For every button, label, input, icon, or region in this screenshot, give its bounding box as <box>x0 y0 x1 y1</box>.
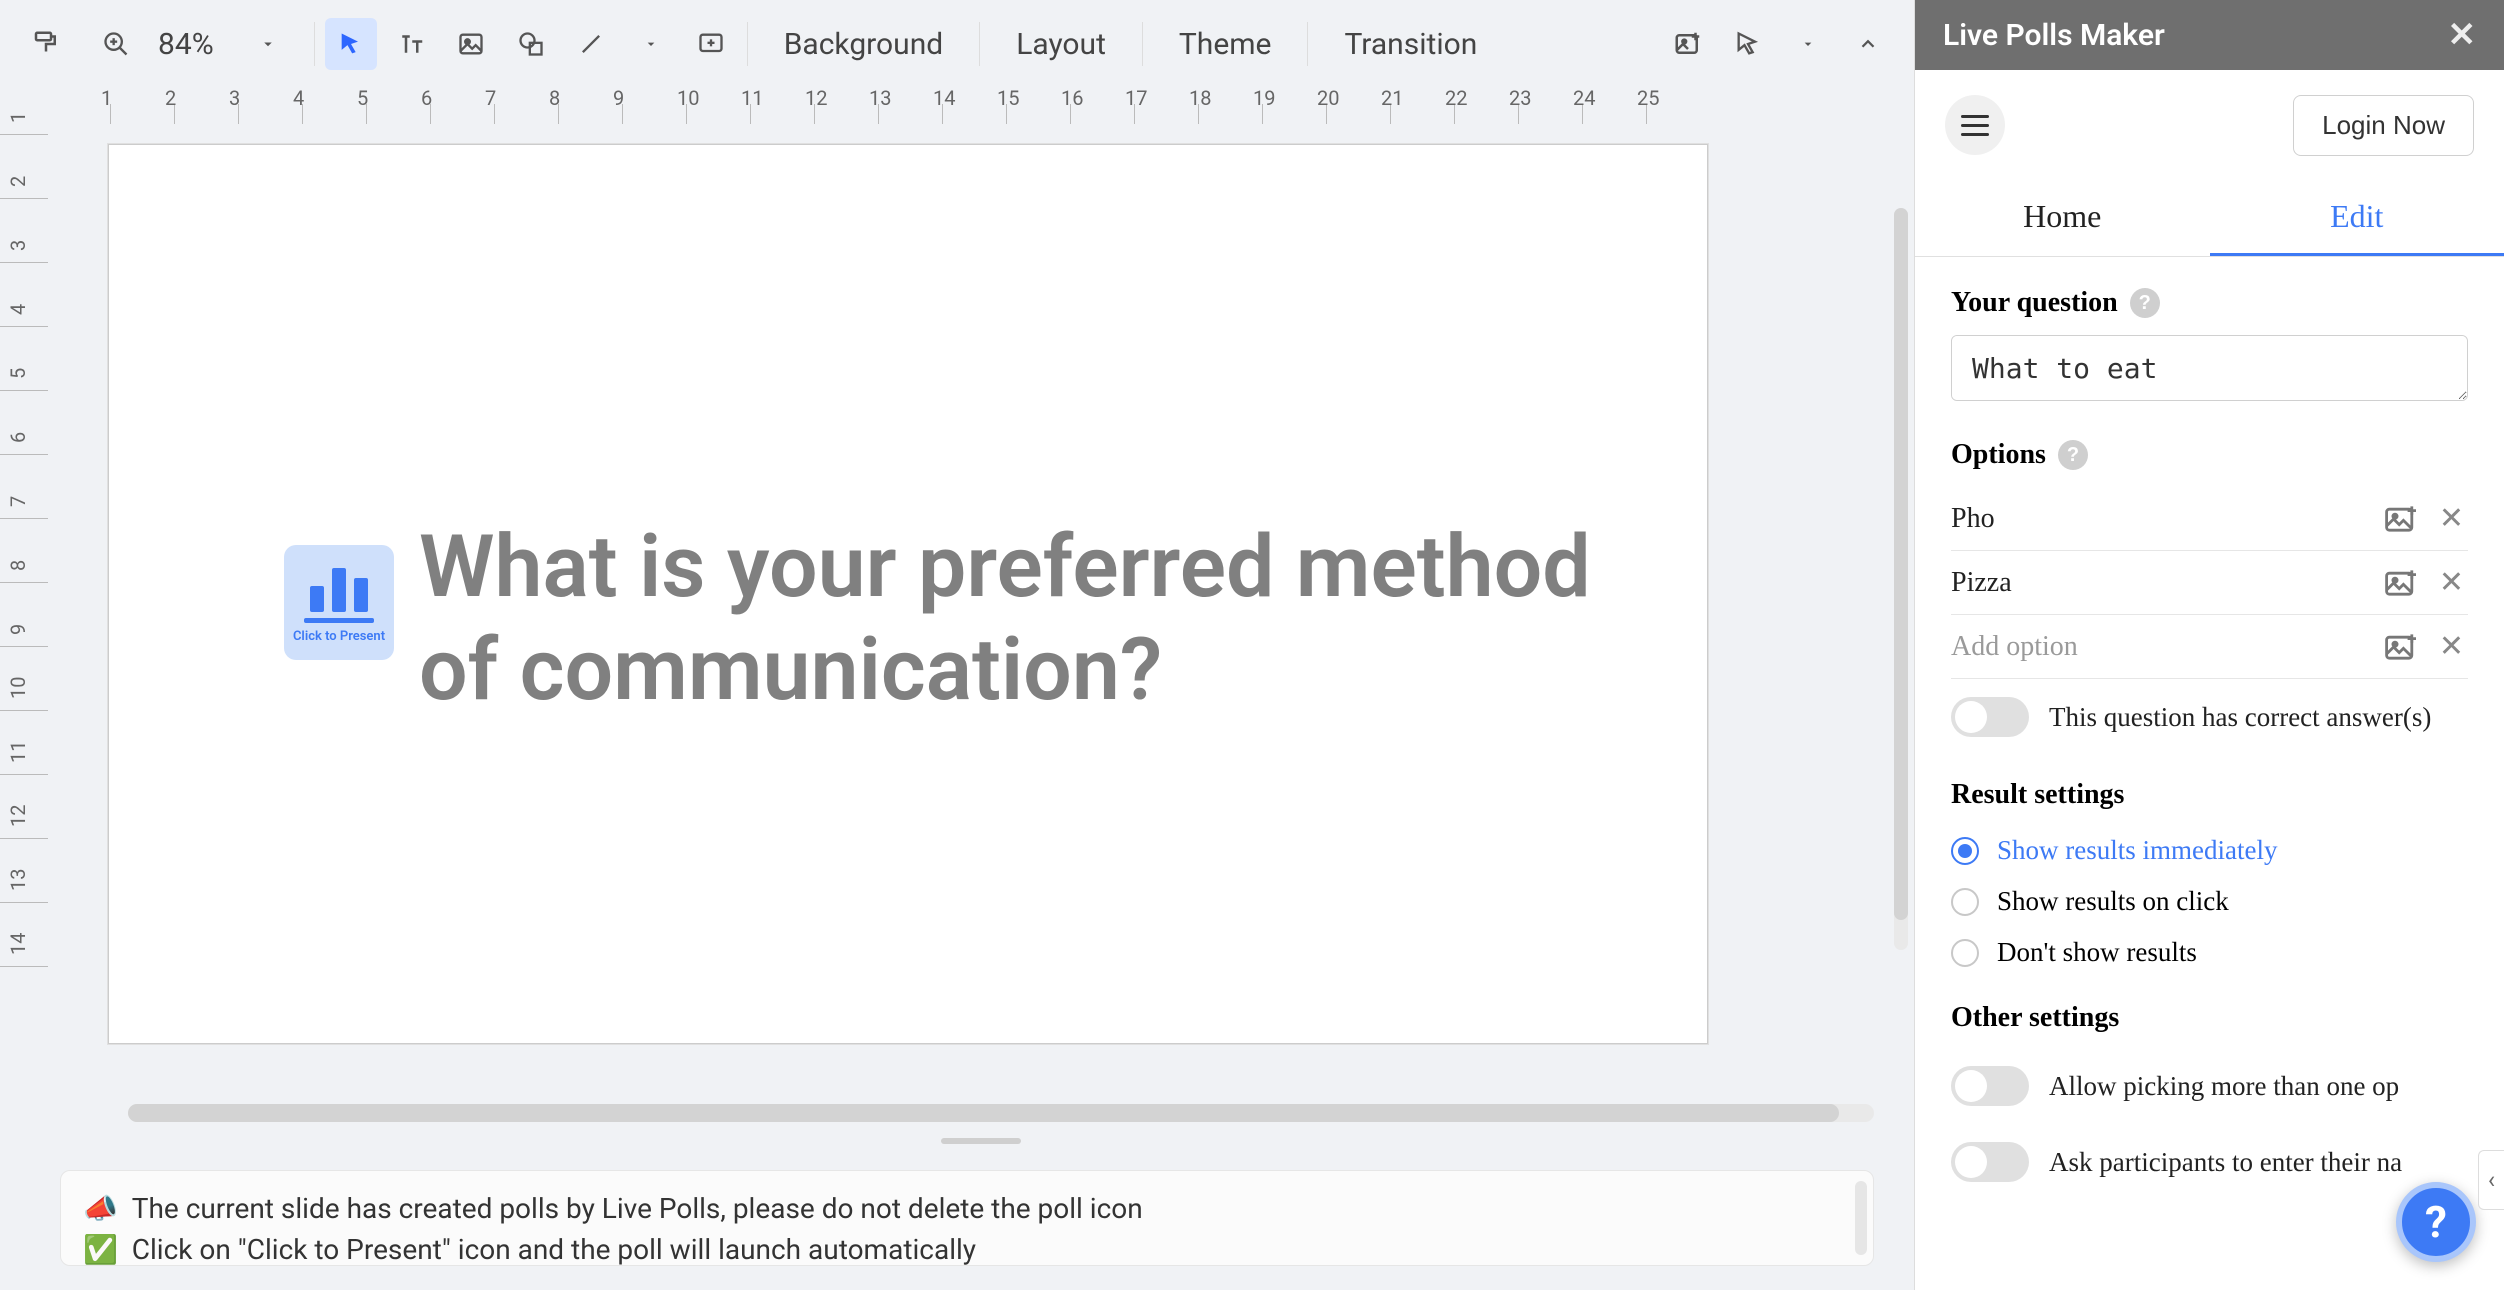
question-label-row: Your question ? <box>1951 287 2468 319</box>
speaker-notes[interactable]: 📣 The current slide has created polls by… <box>60 1170 1874 1266</box>
correct-answer-toggle-row: This question has correct answer(s) <box>1951 679 2468 755</box>
vertical-scrollbar[interactable] <box>1894 208 1908 950</box>
tab-edit[interactable]: Edit <box>2210 180 2504 256</box>
notes-line: 📣 The current slide has created polls by… <box>83 1189 1851 1230</box>
workspace: 1234567891011121314151617181920212223242… <box>0 88 1914 1150</box>
menu-transition[interactable]: Transition <box>1318 27 1503 62</box>
horizontal-scrollbar[interactable] <box>128 1104 1874 1122</box>
add-image-icon[interactable] <box>1662 18 1714 70</box>
options-label-row: Options ? <box>1951 439 2468 471</box>
option-input[interactable] <box>1951 503 2369 535</box>
cursor-options-icon[interactable] <box>1722 18 1774 70</box>
divider <box>747 22 748 66</box>
remove-option-icon[interactable]: ✕ <box>2435 629 2468 664</box>
radio-show-on-click[interactable]: Show results on click <box>1951 876 2468 927</box>
cursor-dropdown-icon[interactable] <box>1782 18 1834 70</box>
sidebar-header: Live Polls Maker ✕ <box>1915 0 2504 70</box>
close-icon[interactable]: ✕ <box>2448 15 2477 55</box>
correct-answer-label: This question has correct answer(s) <box>2049 702 2431 733</box>
result-settings-heading: Result settings <box>1951 779 2468 811</box>
add-option-row: ✕ <box>1951 615 2468 679</box>
add-image-icon[interactable] <box>2385 633 2419 661</box>
image-tool-icon[interactable] <box>445 18 497 70</box>
zoom-dropdown-icon[interactable] <box>242 18 294 70</box>
select-tool-icon[interactable] <box>325 18 377 70</box>
comment-tool-icon[interactable] <box>685 18 737 70</box>
shape-tool-icon[interactable] <box>505 18 557 70</box>
divider <box>979 22 980 66</box>
collapse-toolbar-icon[interactable] <box>1842 18 1894 70</box>
radio-dont-show[interactable]: Don't show results <box>1951 927 2468 978</box>
sidebar-top-row: Login Now <box>1915 70 2504 180</box>
toolbar: 84% Background Layout <box>0 0 1914 88</box>
help-icon[interactable]: ? <box>2058 440 2088 470</box>
poll-present-badge[interactable]: Click to Present <box>284 545 394 660</box>
notes-resize-handle[interactable] <box>941 1138 1021 1144</box>
hamburger-menu-icon[interactable] <box>1945 95 2005 155</box>
ruler-vertical[interactable]: 1234567891011121314 <box>0 124 48 1150</box>
speaker-notes-panel: 📣 The current slide has created polls by… <box>0 1150 1914 1290</box>
option-row: ✕ <box>1951 551 2468 615</box>
enter-name-toggle-row: Ask participants to enter their na <box>1951 1124 2468 1200</box>
help-fab-icon[interactable]: ? <box>2396 1182 2476 1262</box>
multi-pick-toggle[interactable] <box>1951 1066 2029 1106</box>
sidebar-title: Live Polls Maker <box>1943 18 2165 53</box>
line-tool-icon[interactable] <box>565 18 617 70</box>
tab-home[interactable]: Home <box>1915 180 2210 256</box>
poll-badge-label: Click to Present <box>293 629 385 644</box>
megaphone-icon: 📣 <box>83 1192 118 1225</box>
notes-scrollbar[interactable] <box>1855 1181 1867 1255</box>
menu-theme[interactable]: Theme <box>1153 27 1298 62</box>
options-label: Options <box>1951 439 2046 471</box>
menu-layout[interactable]: Layout <box>990 27 1132 62</box>
option-row: ✕ <box>1951 487 2468 551</box>
correct-answer-toggle[interactable] <box>1951 697 2029 737</box>
question-input[interactable] <box>1951 335 2468 401</box>
checkmark-icon: ✅ <box>83 1233 118 1266</box>
zoom-icon[interactable] <box>90 18 142 70</box>
text-tool-icon[interactable] <box>385 18 437 70</box>
option-input[interactable] <box>1951 567 2369 599</box>
divider <box>1142 22 1143 66</box>
live-polls-sidebar: Live Polls Maker ✕ Login Now Home Edit Y… <box>1914 0 2504 1290</box>
add-option-input[interactable] <box>1951 631 2369 663</box>
question-label: Your question <box>1951 287 2118 319</box>
slide[interactable]: Click to Present What is your preferred … <box>108 144 1708 1044</box>
add-image-icon[interactable] <box>2385 505 2419 533</box>
divider <box>314 22 315 66</box>
login-button[interactable]: Login Now <box>2293 95 2474 156</box>
line-dropdown-icon[interactable] <box>625 18 677 70</box>
multi-pick-toggle-row: Allow picking more than one op <box>1951 1048 2468 1124</box>
help-icon[interactable]: ? <box>2130 288 2160 318</box>
radio-show-immediately[interactable]: Show results immediately <box>1951 825 2468 876</box>
remove-option-icon[interactable]: ✕ <box>2435 565 2468 600</box>
multi-pick-label: Allow picking more than one op <box>2049 1071 2399 1102</box>
add-image-icon[interactable] <box>2385 569 2419 597</box>
paint-format-icon[interactable] <box>20 18 72 70</box>
slides-editor: 84% Background Layout <box>0 0 1914 1290</box>
menu-background[interactable]: Background <box>758 27 969 62</box>
sidebar-body: Your question ? Options ? ✕ ✕ <box>1915 257 2504 1290</box>
zoom-value[interactable]: 84% <box>152 27 232 62</box>
collapse-sidebar-icon[interactable]: ‹ <box>2478 1150 2504 1210</box>
enter-name-toggle[interactable] <box>1951 1142 2029 1182</box>
other-settings-heading: Other settings <box>1951 1002 2468 1034</box>
ruler-horizontal[interactable]: 1234567891011121314151617181920212223242… <box>0 88 1914 124</box>
remove-option-icon[interactable]: ✕ <box>2435 501 2468 536</box>
sidebar-tabs: Home Edit <box>1915 180 2504 257</box>
bar-chart-icon <box>310 562 368 612</box>
notes-line: ✅ Click on "Click to Present" icon and t… <box>83 1230 1851 1271</box>
divider <box>1307 22 1308 66</box>
slide-title-text[interactable]: What is your preferred method of communi… <box>419 515 1619 721</box>
enter-name-label: Ask participants to enter their na <box>2049 1147 2402 1178</box>
canvas-viewport: Click to Present What is your preferred … <box>48 124 1914 1150</box>
